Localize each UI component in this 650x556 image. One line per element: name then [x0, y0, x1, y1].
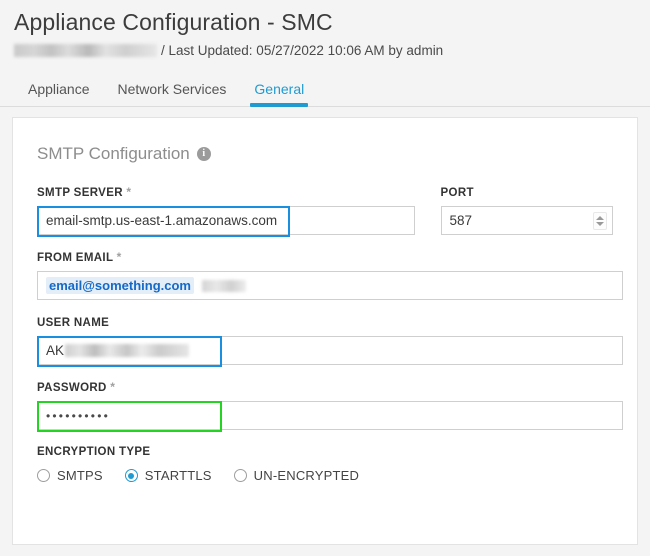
smtp-server-value: email-smtp.us-east-1.amazonaws.com: [46, 213, 278, 228]
tab-bar: Appliance Network Services General: [0, 73, 650, 107]
from-email-value: email@something.com: [46, 277, 194, 294]
port-field-group: PORT 587: [440, 186, 613, 235]
user-name-label-text: USER NAME: [37, 317, 110, 329]
section-title-label: SMTP Configuration: [37, 144, 190, 163]
port-input[interactable]: 587: [440, 206, 613, 235]
radio-smtps-icon[interactable]: [37, 469, 50, 482]
from-email-label-text: FROM EMAIL: [37, 252, 114, 264]
radio-option-un-encrypted[interactable]: UN-ENCRYPTED: [233, 468, 360, 483]
port-value: 587: [449, 213, 473, 228]
smtp-server-field-group: SMTP SERVER * email-smtp.us-east-1.amazo…: [37, 186, 415, 237]
from-email-label: FROM EMAIL *: [37, 251, 623, 265]
from-email-field-group: FROM EMAIL * email@something.com: [37, 251, 623, 300]
redacted-breadcrumb-text: [14, 44, 157, 57]
smtp-server-label-text: SMTP SERVER: [37, 187, 123, 199]
user-name-label: USER NAME: [37, 316, 623, 330]
password-required-marker: *: [110, 380, 116, 394]
from-email-required-marker: *: [116, 250, 122, 264]
smtp-server-label: SMTP SERVER *: [37, 186, 415, 200]
radio-smtps-label: SMTPS: [57, 468, 103, 483]
radio-option-starttls[interactable]: STARTTLS: [124, 468, 212, 483]
page-header: Appliance Configuration - SMC / Last Upd…: [0, 0, 650, 59]
breadcrumb: / Last Updated: 05/27/2022 10:06 AM by a…: [14, 42, 650, 59]
password-value: ••••••••••: [46, 408, 111, 423]
port-label-text: PORT: [440, 187, 474, 199]
smtp-server-required-marker: *: [126, 185, 132, 199]
tab-network-services[interactable]: Network Services: [104, 81, 241, 106]
password-label: PASSWORD *: [37, 381, 623, 395]
password-input[interactable]: ••••••••••: [37, 401, 623, 432]
port-label: PORT: [441, 186, 613, 200]
user-name-input[interactable]: AK: [37, 336, 623, 367]
tab-general[interactable]: General: [240, 81, 318, 107]
redacted-from-email-suffix: [201, 279, 246, 292]
from-email-input[interactable]: email@something.com: [37, 271, 623, 300]
radio-starttls-icon[interactable]: [124, 469, 138, 482]
radio-starttls-label: STARTTLS: [144, 468, 212, 483]
smtp-server-input[interactable]: email-smtp.us-east-1.amazonaws.com: [37, 206, 415, 237]
radio-un-encrypted-icon[interactable]: [233, 469, 247, 482]
user-name-field-group: USER NAME AK: [37, 316, 623, 367]
tab-appliance[interactable]: Appliance: [14, 81, 104, 106]
encryption-type-radio-group: SMTPS STARTTLS UN-ENCRYPTED: [37, 468, 613, 483]
smtp-configuration-card: SMTP Configuration i SMTP SERVER * email…: [12, 117, 638, 545]
encryption-type-field-group: ENCRYPTION TYPE SMTPS STARTTLS UN-ENCRYP…: [37, 446, 613, 483]
spinner-updown-icon[interactable]: [593, 211, 607, 230]
appliance-configuration-page: Appliance Configuration - SMC / Last Upd…: [0, 0, 650, 556]
info-icon[interactable]: i: [196, 147, 211, 161]
encryption-type-label: ENCRYPTION TYPE: [37, 446, 151, 458]
redacted-user-name-suffix: [65, 344, 190, 357]
section-title: SMTP Configuration i: [37, 144, 613, 164]
password-label-text: PASSWORD: [37, 382, 107, 394]
radio-option-smtps[interactable]: SMTPS: [37, 468, 103, 483]
last-updated-text: / Last Updated: 05/27/2022 10:06 AM by a…: [161, 43, 444, 58]
page-title: Appliance Configuration - SMC: [14, 9, 333, 35]
radio-un-encrypted-label: UN-ENCRYPTED: [253, 468, 360, 483]
password-field-group: PASSWORD * ••••••••••: [37, 381, 623, 432]
user-name-value: AK: [46, 343, 65, 358]
